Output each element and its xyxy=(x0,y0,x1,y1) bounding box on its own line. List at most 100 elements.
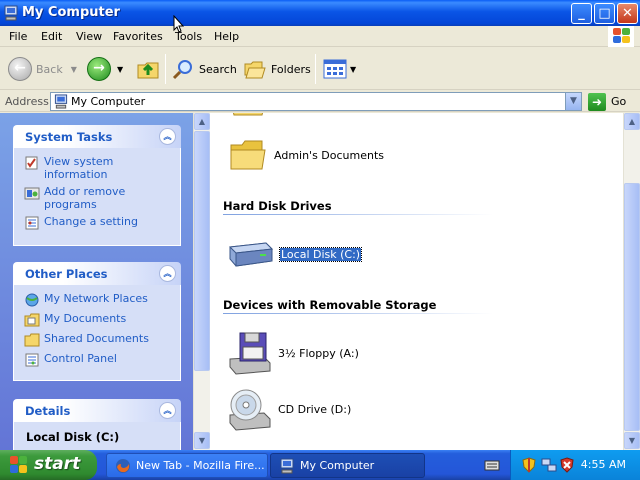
forward-arrow-icon: → xyxy=(87,57,111,81)
my-network-places-link[interactable]: My Network Places xyxy=(22,292,172,312)
system-tasks-header[interactable]: System Tasks ︽ xyxy=(13,125,181,148)
system-info-icon xyxy=(25,156,38,170)
toolbar-separator xyxy=(315,54,316,84)
add-or-remove-programs-link[interactable]: Add or remove programs xyxy=(22,185,172,211)
link-text: Shared Documents xyxy=(44,332,149,345)
cd-drive-icon xyxy=(229,389,271,431)
scroll-thumb[interactable] xyxy=(194,131,210,371)
shared-documents-link[interactable]: Shared Documents xyxy=(22,332,172,352)
item-label: 3½ Floppy (A:) xyxy=(278,346,359,360)
my-computer-icon xyxy=(280,458,294,473)
menu-view[interactable]: View xyxy=(76,30,102,43)
taskbar-item-firefox[interactable]: New Tab - Mozilla Fire... xyxy=(106,453,268,478)
my-computer-icon xyxy=(4,5,18,21)
details-title: Details xyxy=(25,404,71,418)
start-label: start xyxy=(34,454,81,474)
add-remove-programs-icon xyxy=(24,187,40,200)
title-bar[interactable]: My Computer _ □ ✕ xyxy=(0,0,640,26)
network-icon[interactable] xyxy=(541,457,557,473)
other-places-title: Other Places xyxy=(25,267,108,281)
search-button[interactable]: Search xyxy=(171,55,237,83)
back-dropdown-icon[interactable]: ▼ xyxy=(71,65,77,74)
views-button[interactable]: ▼ xyxy=(323,55,356,83)
link-text: Change a setting xyxy=(44,215,138,228)
address-value: My Computer xyxy=(71,95,146,108)
keyboard-icon[interactable] xyxy=(484,457,500,473)
view-system-information-link[interactable]: View system information xyxy=(22,155,172,181)
go-arrow-icon: ➜ xyxy=(588,92,606,111)
folder-icon xyxy=(232,113,264,116)
item-label: CD Drive (D:) xyxy=(278,402,352,416)
collapse-chevron-icon[interactable]: ︽ xyxy=(159,265,176,282)
views-icon xyxy=(323,59,347,79)
maximize-button[interactable]: □ xyxy=(594,3,615,24)
group-header-removable-storage: Devices with Removable Storage xyxy=(223,298,437,312)
floppy-drive-icon xyxy=(229,332,271,375)
link-text: Add or remove programs xyxy=(44,185,126,211)
windows-flag-icon xyxy=(10,456,28,474)
go-button[interactable]: ➜ Go xyxy=(588,92,626,111)
security-alert-icon[interactable] xyxy=(559,457,575,473)
link-text: Control Panel xyxy=(44,352,117,365)
menu-bar: File Edit View Favorites Tools Help xyxy=(0,26,640,47)
file-list-scrollbar[interactable]: ▲ ▼ xyxy=(623,113,640,450)
file-list: Admin's Documents Hard Disk Drives Local… xyxy=(210,113,623,450)
control-panel-link[interactable]: Control Panel xyxy=(22,352,172,372)
scroll-up-button[interactable]: ▲ xyxy=(194,113,210,130)
forward-dropdown-icon[interactable]: ▼ xyxy=(117,65,123,74)
task-label: New Tab - Mozilla Fire... xyxy=(136,459,265,472)
item-label: Local Disk (C:) xyxy=(278,246,363,262)
scroll-up-button[interactable]: ▲ xyxy=(624,113,640,130)
folders-icon xyxy=(244,61,266,79)
link-text: View system information xyxy=(44,155,114,181)
list-item-floppy[interactable]: 3½ Floppy (A:) xyxy=(226,331,359,375)
my-documents-link[interactable]: My Documents xyxy=(22,312,172,332)
folders-label: Folders xyxy=(271,62,311,76)
details-header[interactable]: Details ︽ xyxy=(13,399,181,422)
link-text: My Network Places xyxy=(44,292,148,305)
address-input[interactable]: My Computer ▼ xyxy=(50,92,582,111)
taskbar: start New Tab - Mozilla Fire... My Compu… xyxy=(0,450,640,480)
collapse-chevron-icon[interactable]: ︽ xyxy=(159,128,176,145)
back-arrow-icon: ← xyxy=(8,57,32,81)
collapse-chevron-icon[interactable]: ︽ xyxy=(159,402,176,419)
change-a-setting-link[interactable]: Change a setting xyxy=(22,215,172,235)
item-label: Admin's Documents xyxy=(274,148,385,162)
close-button[interactable]: ✕ xyxy=(617,3,638,24)
my-computer-icon xyxy=(54,94,68,109)
minimize-button[interactable]: _ xyxy=(571,3,592,24)
system-tasks-title: System Tasks xyxy=(25,130,113,144)
other-places-header[interactable]: Other Places ︽ xyxy=(13,262,181,285)
security-shield-icon[interactable] xyxy=(521,457,537,473)
start-button[interactable]: start xyxy=(0,450,97,480)
scroll-down-button[interactable]: ▼ xyxy=(624,432,640,449)
hard-disk-icon xyxy=(228,242,274,267)
menu-file[interactable]: File xyxy=(9,30,27,43)
up-folder-button[interactable] xyxy=(136,55,160,83)
clock[interactable]: 4:55 AM xyxy=(581,458,626,471)
forward-button[interactable]: → ▼ xyxy=(87,55,123,83)
scroll-thumb[interactable] xyxy=(624,183,640,431)
task-pane-scrollbar[interactable]: ▲ ▼ xyxy=(193,113,210,450)
link-text: My Documents xyxy=(44,312,127,325)
group-header-hard-disk-drives: Hard Disk Drives xyxy=(223,199,332,213)
toolbar-separator xyxy=(165,54,166,84)
scroll-down-button[interactable]: ▼ xyxy=(194,432,210,449)
address-dropdown-button[interactable]: ▼ xyxy=(565,93,581,110)
windows-logo-icon xyxy=(608,26,634,47)
search-icon xyxy=(172,60,192,80)
list-item-local-disk[interactable]: Local Disk (C:) xyxy=(226,239,363,269)
list-item[interactable]: Admin's Documents xyxy=(228,135,384,175)
taskbar-item-my-computer[interactable]: My Computer xyxy=(270,453,425,478)
menu-help[interactable]: Help xyxy=(214,30,239,43)
back-button[interactable]: ← Back ▼ xyxy=(8,55,77,83)
search-label: Search xyxy=(199,62,237,76)
menu-favorites[interactable]: Favorites xyxy=(113,30,163,43)
network-places-icon xyxy=(25,293,39,307)
folders-button[interactable]: Folders xyxy=(243,55,311,83)
menu-edit[interactable]: Edit xyxy=(41,30,62,43)
list-item-cd-drive[interactable]: CD Drive (D:) xyxy=(226,387,351,431)
minimize-icon: _ xyxy=(578,6,585,21)
up-folder-icon xyxy=(137,62,159,79)
control-panel-icon xyxy=(25,353,39,367)
